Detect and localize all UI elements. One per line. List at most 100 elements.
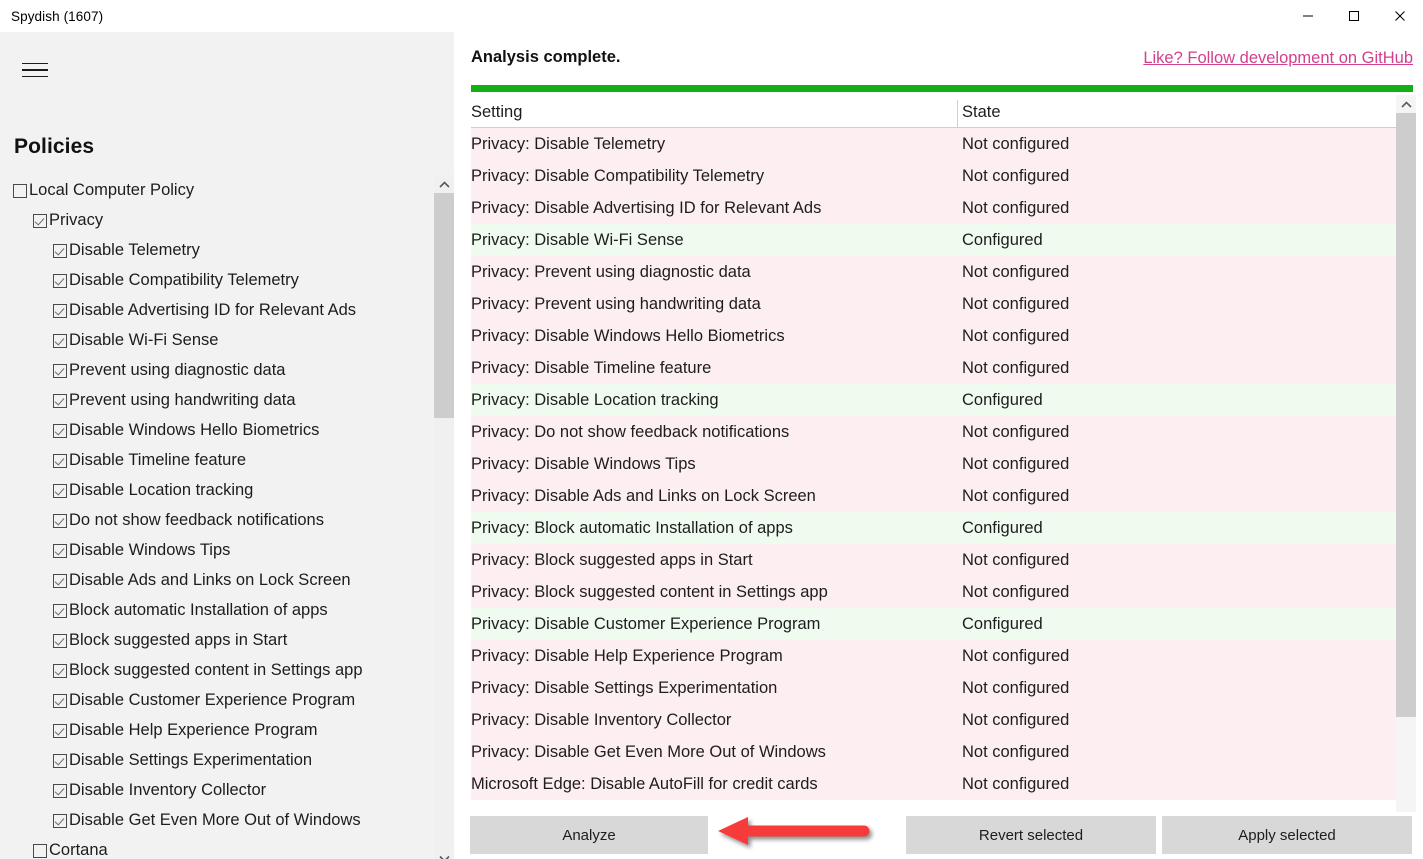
table-row[interactable]: Privacy: Disable Wi-Fi Sense Configured	[471, 224, 1413, 256]
checkbox-checked[interactable]	[53, 663, 67, 678]
tree-item[interactable]: Disable Ads and Links on Lock Screen	[3, 565, 434, 595]
tree-item[interactable]: Disable Windows Hello Biometrics	[3, 415, 434, 445]
tree-item[interactable]: Disable Help Experience Program	[3, 715, 434, 745]
table-row[interactable]: Privacy: Block suggested apps in Start No…	[471, 544, 1413, 576]
checkbox-checked[interactable]	[33, 213, 47, 228]
checkbox-checked[interactable]	[53, 423, 67, 438]
table-row[interactable]: Privacy: Disable Get Even More Out of Wi…	[471, 736, 1413, 768]
table-row[interactable]: Privacy: Disable Windows Hello Biometric…	[471, 320, 1413, 352]
scrollbar-thumb[interactable]	[434, 193, 454, 418]
checkbox-checked[interactable]	[53, 573, 67, 588]
results-table-body[interactable]: Privacy: Disable Telemetry Not configured…	[471, 128, 1413, 842]
tree-item[interactable]: Privacy	[3, 205, 434, 235]
close-button[interactable]	[1377, 0, 1423, 32]
tree-item[interactable]: Disable Windows Tips	[3, 535, 434, 565]
tree-item[interactable]: Block automatic Installation of apps	[3, 595, 434, 625]
policy-tree[interactable]: Local Computer Policy Privacy Disable Tele…	[3, 175, 434, 859]
table-row[interactable]: Privacy: Do not show feedback notificati…	[471, 416, 1413, 448]
tree-item[interactable]: Disable Location tracking	[3, 475, 434, 505]
tree-item[interactable]: Block suggested content in Settings app	[3, 655, 434, 685]
checkbox-checked[interactable]	[53, 783, 67, 798]
hamburger-icon[interactable]	[14, 54, 58, 86]
tree-item[interactable]: Local Computer Policy	[3, 175, 434, 205]
table-row[interactable]: Privacy: Disable Compatibility Telemetry…	[471, 160, 1413, 192]
checkbox-checked[interactable]	[53, 693, 67, 708]
tree-item[interactable]: Disable Wi-Fi Sense	[3, 325, 434, 355]
tree-item[interactable]: Disable Compatibility Telemetry	[3, 265, 434, 295]
checkbox-checked[interactable]	[53, 243, 67, 258]
analyze-button[interactable]: Analyze	[470, 816, 708, 854]
table-row[interactable]: Microsoft Edge: Disable AutoFill for cre…	[471, 768, 1413, 800]
tree-item[interactable]: Prevent using diagnostic data	[3, 355, 434, 385]
cell-setting: Privacy: Disable Customer Experience Pro…	[471, 614, 821, 633]
checkbox-checked[interactable]	[53, 453, 67, 468]
table-row[interactable]: Privacy: Prevent using handwriting data N…	[471, 288, 1413, 320]
table-row[interactable]: Privacy: Disable Customer Experience Pro…	[471, 608, 1413, 640]
tree-item-label: Disable Get Even More Out of Windows	[69, 810, 361, 829]
table-row[interactable]: Privacy: Disable Telemetry Not configured	[471, 128, 1413, 160]
tree-item-label: Prevent using diagnostic data	[69, 360, 286, 379]
table-row[interactable]: Privacy: Disable Ads and Links on Lock S…	[471, 480, 1413, 512]
checkbox-checked[interactable]	[53, 723, 67, 738]
tree-item[interactable]: Disable Timeline feature	[3, 445, 434, 475]
table-row[interactable]: Privacy: Disable Help Experience Program…	[471, 640, 1413, 672]
table-row[interactable]: Privacy: Prevent using diagnostic data No…	[471, 256, 1413, 288]
column-header-setting[interactable]: Setting	[471, 103, 522, 122]
maximize-button[interactable]	[1331, 0, 1377, 32]
github-link[interactable]: Like? Follow development on GitHub	[1143, 49, 1413, 68]
checkbox-unchecked[interactable]	[13, 183, 27, 198]
table-row[interactable]: Privacy: Block automatic Installation of…	[471, 512, 1413, 544]
checkbox-checked[interactable]	[53, 393, 67, 408]
tree-item[interactable]: Disable Get Even More Out of Windows	[3, 805, 434, 835]
table-row[interactable]: Privacy: Disable Timeline feature Not con…	[471, 352, 1413, 384]
checkbox-checked[interactable]	[53, 603, 67, 618]
checkbox-checked[interactable]	[53, 753, 67, 768]
tree-item[interactable]: Disable Inventory Collector	[3, 775, 434, 805]
tree-item[interactable]: Disable Settings Experimentation	[3, 745, 434, 775]
cell-setting: Privacy: Do not show feedback notificati…	[471, 422, 790, 441]
table-row[interactable]: Privacy: Disable Windows Tips Not configu…	[471, 448, 1413, 480]
checkbox-checked[interactable]	[53, 513, 67, 528]
cell-state: Not configured	[962, 646, 1070, 665]
tree-item[interactable]: Disable Customer Experience Program	[3, 685, 434, 715]
column-divider[interactable]	[957, 100, 958, 127]
checkbox-checked[interactable]	[53, 483, 67, 498]
checkbox-unchecked[interactable]	[33, 843, 47, 858]
scroll-up-icon[interactable]	[434, 175, 454, 193]
apply-selected-button[interactable]: Apply selected	[1162, 816, 1412, 854]
tree-item[interactable]: Do not show feedback notifications	[3, 505, 434, 535]
tree-item-label: Block suggested apps in Start	[69, 630, 288, 649]
tree-item[interactable]: Disable Telemetry	[3, 235, 434, 265]
table-row[interactable]: Privacy: Disable Advertising ID for Rele…	[471, 192, 1413, 224]
checkbox-checked[interactable]	[53, 333, 67, 348]
tree-item[interactable]: Prevent using handwriting data	[3, 385, 434, 415]
cell-state: Not configured	[962, 198, 1070, 217]
tree-item-label: Prevent using handwriting data	[69, 390, 296, 409]
cell-setting: Microsoft Edge: Disable AutoFill for cre…	[471, 774, 818, 793]
table-row[interactable]: Privacy: Disable Location tracking Config…	[471, 384, 1413, 416]
sidebar-vertical-scrollbar[interactable]	[434, 175, 454, 859]
checkbox-checked[interactable]	[53, 363, 67, 378]
table-row[interactable]: Privacy: Disable Inventory Collector Not …	[471, 704, 1413, 736]
checkbox-checked[interactable]	[53, 633, 67, 648]
scrollbar-thumb[interactable]	[1396, 113, 1416, 717]
checkbox-checked[interactable]	[53, 273, 67, 288]
button-bar-spacer	[708, 816, 906, 854]
minimize-button[interactable]	[1285, 0, 1331, 32]
minimize-icon	[1303, 15, 1313, 17]
table-row[interactable]: Privacy: Disable Settings Experimentatio…	[471, 672, 1413, 704]
scroll-up-icon[interactable]	[1396, 95, 1416, 113]
status-text: Analysis complete.	[471, 48, 621, 66]
checkbox-checked[interactable]	[53, 543, 67, 558]
results-vertical-scrollbar[interactable]	[1396, 95, 1416, 843]
table-row[interactable]: Privacy: Block suggested content in Sett…	[471, 576, 1413, 608]
column-header-state[interactable]: State	[962, 103, 1001, 122]
scroll-down-icon[interactable]	[434, 849, 454, 859]
tree-item[interactable]: Disable Advertising ID for Relevant Ads	[3, 295, 434, 325]
main-panel: Analysis complete. Like? Follow developm…	[454, 32, 1423, 859]
tree-item[interactable]: Cortana	[3, 835, 434, 859]
tree-item[interactable]: Block suggested apps in Start	[3, 625, 434, 655]
checkbox-checked[interactable]	[53, 303, 67, 318]
checkbox-checked[interactable]	[53, 813, 67, 828]
revert-selected-button[interactable]: Revert selected	[906, 816, 1156, 854]
